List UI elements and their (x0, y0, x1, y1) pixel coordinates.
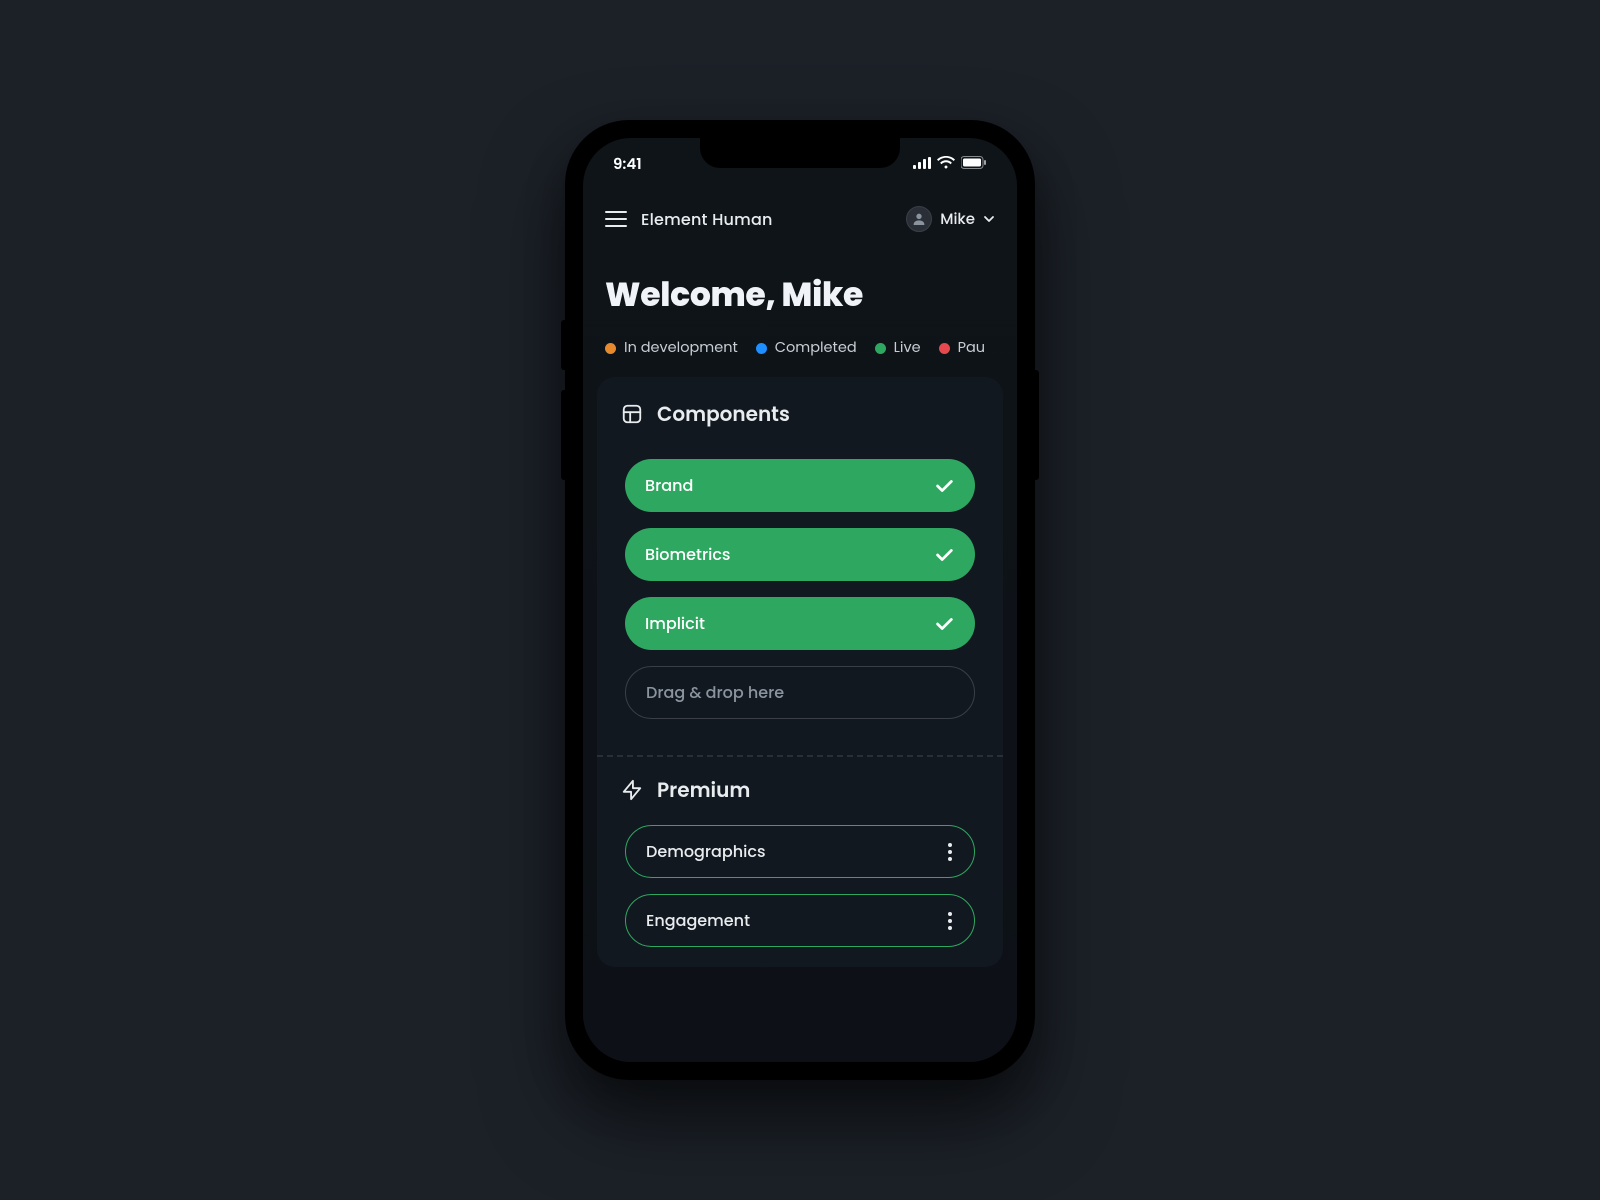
components-title: Components (657, 399, 790, 429)
status-time: 9:41 (613, 153, 642, 176)
stage: 9:41 (0, 0, 1600, 1200)
component-label: Implicit (645, 611, 705, 636)
nav-left: Element Human (605, 207, 773, 232)
screen: 9:41 (583, 138, 1017, 1062)
app-title: Element Human (641, 207, 773, 232)
legend-in-development[interactable]: In development (605, 338, 738, 359)
component-label: Biometrics (645, 542, 730, 567)
premium-engagement[interactable]: Engagement (625, 894, 975, 947)
layout-icon (621, 403, 643, 425)
drop-zone[interactable]: Drag & drop here (625, 666, 975, 719)
premium-list: Demographics Engagement (615, 811, 985, 947)
check-icon (933, 613, 955, 635)
legend-completed[interactable]: Completed (756, 338, 857, 359)
menu-icon[interactable] (605, 211, 627, 227)
battery-icon (961, 153, 987, 176)
signal-icon (913, 153, 931, 176)
avatar-icon (906, 206, 932, 232)
premium-item-label: Demographics (646, 839, 766, 864)
premium-title: Premium (657, 775, 750, 805)
check-icon (933, 475, 955, 497)
status-legend: In development Completed Live Pau (583, 326, 1017, 377)
section-divider (597, 755, 1003, 757)
component-brand[interactable]: Brand (625, 459, 975, 512)
legend-label: Completed (775, 338, 857, 359)
legend-label: In development (624, 338, 738, 359)
phone-notch (700, 138, 900, 168)
legend-live[interactable]: Live (875, 338, 921, 359)
drop-label: Drag & drop here (646, 680, 784, 705)
dot-icon (605, 343, 616, 354)
nav-bar: Element Human Mike (583, 190, 1017, 248)
premium-demographics[interactable]: Demographics (625, 825, 975, 878)
component-label: Brand (645, 473, 693, 498)
status-indicators (913, 153, 987, 176)
component-biometrics[interactable]: Biometrics (625, 528, 975, 581)
legend-label: Pau (958, 338, 985, 359)
chevron-down-icon (983, 207, 995, 232)
phone-frame: 9:41 (565, 120, 1035, 1080)
dot-icon (875, 343, 886, 354)
legend-label: Live (894, 338, 921, 359)
user-menu[interactable]: Mike (906, 206, 995, 232)
legend-paused[interactable]: Pau (939, 338, 985, 359)
more-icon[interactable] (948, 912, 954, 930)
check-icon (933, 544, 955, 566)
premium-header: Premium (615, 775, 985, 811)
wifi-icon (937, 153, 955, 176)
premium-item-label: Engagement (646, 908, 750, 933)
phone-side-button (1035, 370, 1039, 480)
bolt-icon (621, 779, 643, 801)
components-list: Brand Biometrics Implicit (615, 435, 985, 733)
dot-icon (756, 343, 767, 354)
welcome-heading: Welcome, Mike (583, 248, 1017, 326)
dot-icon (939, 343, 950, 354)
user-name: Mike (940, 208, 975, 231)
component-implicit[interactable]: Implicit (625, 597, 975, 650)
components-header: Components (615, 399, 985, 435)
more-icon[interactable] (948, 843, 954, 861)
components-card: Components Brand Biometrics (597, 377, 1003, 967)
